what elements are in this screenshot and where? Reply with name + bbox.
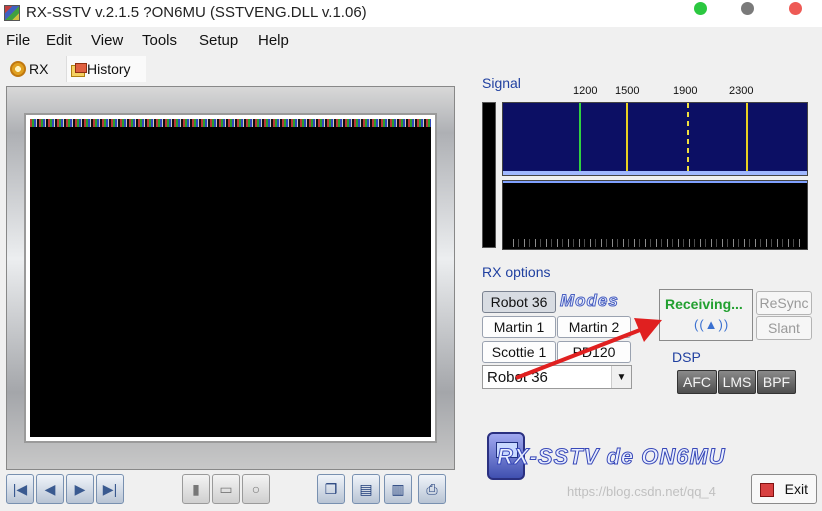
exit-icon (760, 483, 774, 497)
waterfall-display (502, 180, 808, 250)
marker-2300 (746, 103, 748, 173)
receiving-status: Receiving... ((▲)) (659, 289, 753, 341)
copy-button[interactable]: ❐ (317, 474, 345, 504)
last-image-button[interactable]: ▶| (96, 474, 124, 504)
marker-1200 (579, 103, 581, 173)
mode-select-value: Robot 36 (487, 369, 548, 386)
modes-logo: Modes (560, 291, 619, 311)
antenna-icon: ((▲)) (694, 317, 730, 332)
save-as-button[interactable]: ▥ (384, 474, 412, 504)
previous-image-button[interactable]: ◀ (36, 474, 64, 504)
receiving-text: Receiving... (665, 296, 743, 312)
freq-1500: 1500 (615, 85, 640, 97)
app-icon (4, 5, 20, 21)
marker-1500 (626, 103, 628, 173)
slant-button[interactable]: Slant (756, 316, 812, 340)
spectrum-display (502, 102, 808, 176)
rx-options-label: RX options (482, 264, 551, 280)
resync-button[interactable]: ReSync (756, 291, 812, 315)
signal-label: Signal (482, 75, 521, 91)
rx-tab-label: RX (29, 61, 49, 77)
waterfall-noise (513, 239, 803, 247)
next-icon: ▶ (74, 480, 86, 497)
minimize-button[interactable] (741, 2, 754, 15)
received-image (30, 119, 431, 437)
history-tab-label: History (87, 61, 131, 77)
first-image-button[interactable]: |◀ (6, 474, 34, 504)
copy-icon: ❐ (324, 480, 338, 497)
spectrum-baseline (503, 171, 807, 175)
magnifier-icon: ○ (251, 481, 261, 497)
image-frame-inner (24, 113, 437, 443)
menu-tools[interactable]: Tools (142, 32, 177, 49)
history-icon (71, 63, 87, 77)
afc-button[interactable]: AFC (677, 370, 717, 394)
prev-icon: ◀ (44, 480, 56, 497)
skip-last-icon: ▶| (102, 480, 118, 497)
mode-pd120-button[interactable]: PD120 (557, 341, 631, 363)
save-button[interactable]: ▤ (352, 474, 380, 504)
image-noise-line (30, 119, 431, 127)
skip-first-icon: |◀ (12, 480, 28, 497)
gear-icon (10, 61, 26, 77)
toolbar: RX History (6, 56, 146, 82)
watermark: https://blog.csdn.net/qq_4 (567, 484, 716, 499)
rx-tab-button[interactable]: RX (10, 56, 58, 82)
menu-help[interactable]: Help (258, 32, 289, 49)
waterfall-top-line (503, 181, 807, 183)
menu-bar: File Edit View Tools Setup Help (0, 30, 400, 52)
open-folder-button[interactable]: ▭ (212, 474, 240, 504)
chevron-down-icon[interactable]: ▼ (611, 366, 631, 388)
exit-button[interactable]: Exit (751, 474, 817, 504)
close-button[interactable] (789, 2, 802, 15)
freq-1200: 1200 (573, 85, 598, 97)
dsp-label: DSP (672, 349, 701, 365)
logo-text: RX-SSTV de ON6MU (497, 444, 726, 470)
print-icon: ⎙ (426, 480, 438, 497)
next-image-button[interactable]: ▶ (66, 474, 94, 504)
print-button[interactable]: ⎙ (418, 474, 446, 504)
title-bar: RX-SSTV v.2.1.5 ?ON6MU (SSTVENG.DLL v.1.… (0, 0, 822, 27)
save-as-icon: ▥ (391, 480, 405, 497)
menu-file[interactable]: File (6, 32, 30, 49)
menu-setup[interactable]: Setup (199, 32, 238, 49)
signal-level-meter (482, 102, 496, 248)
maximize-button[interactable] (694, 2, 707, 15)
mode-select[interactable]: Robot 36 ▼ (482, 365, 632, 389)
window-title: RX-SSTV v.2.1.5 ?ON6MU (SSTVENG.DLL v.1.… (26, 4, 367, 21)
save-icon: ▤ (359, 480, 373, 497)
zoom-button[interactable]: ○ (242, 474, 270, 504)
menu-edit[interactable]: Edit (46, 32, 72, 49)
folder-icon: ▭ (219, 480, 233, 497)
mode-martin1-button[interactable]: Martin 1 (482, 316, 556, 338)
arrow-head (634, 318, 662, 342)
mode-scottie1-button[interactable]: Scottie 1 (482, 341, 556, 363)
history-tab-button[interactable]: History (66, 56, 146, 82)
mode-martin2-button[interactable]: Martin 2 (557, 316, 631, 338)
marker-1900 (687, 103, 689, 173)
exit-label: Exit (784, 481, 808, 497)
image-frame (6, 86, 455, 470)
app-logo: RX-SSTV de ON6MU (487, 432, 732, 482)
delete-image-button[interactable]: ▮ (182, 474, 210, 504)
mode-robot36-button[interactable]: Robot 36 (482, 291, 556, 313)
freq-2300: 2300 (729, 85, 754, 97)
lms-button[interactable]: LMS (718, 370, 756, 394)
freq-1900: 1900 (673, 85, 698, 97)
bpf-button[interactable]: BPF (757, 370, 796, 394)
menu-view[interactable]: View (91, 32, 123, 49)
trash-icon: ▮ (192, 480, 200, 497)
